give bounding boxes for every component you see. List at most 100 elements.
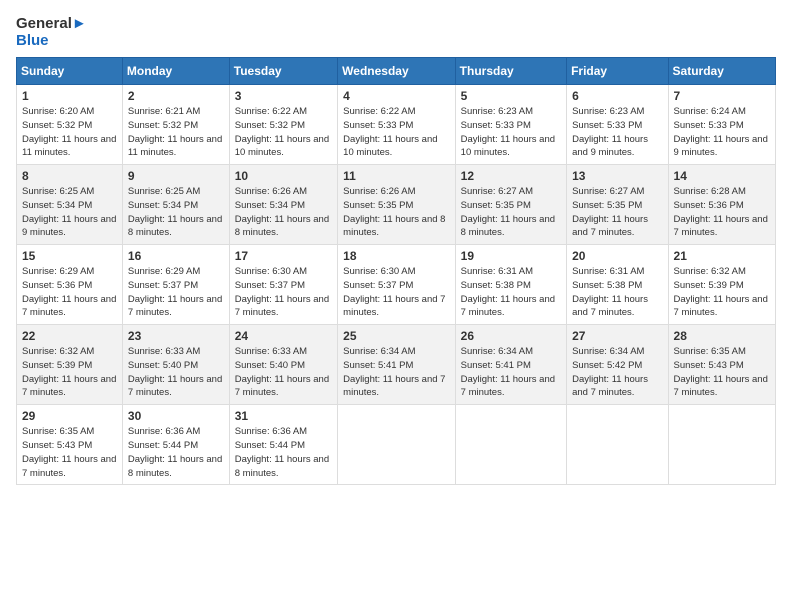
day-info: Sunrise: 6:29 AMSunset: 5:36 PMDaylight:… xyxy=(22,265,117,320)
calendar-cell: 29 Sunrise: 6:35 AMSunset: 5:43 PMDayligh… xyxy=(17,405,123,485)
header-wednesday: Wednesday xyxy=(338,58,455,85)
day-number: 27 xyxy=(572,329,662,343)
day-number: 19 xyxy=(461,249,561,263)
calendar-cell: 6Sunrise: 6:23 AMSunset: 5:33 PMDaylight… xyxy=(567,85,668,165)
day-number: 30 xyxy=(128,409,224,423)
day-info: Sunrise: 6:34 AMSunset: 5:41 PMDaylight:… xyxy=(461,345,561,400)
day-number: 18 xyxy=(343,249,449,263)
calendar-cell: 13 Sunrise: 6:27 AMSunset: 5:35 PMDayligh… xyxy=(567,165,668,245)
day-number: 4 xyxy=(343,89,449,103)
day-info: Sunrise: 6:34 AMSunset: 5:42 PMDaylight:… xyxy=(572,345,662,400)
header-tuesday: Tuesday xyxy=(229,58,337,85)
week-row-4: 22 Sunrise: 6:32 AMSunset: 5:39 PMDayligh… xyxy=(17,325,776,405)
calendar-cell: 10Sunrise: 6:26 AMSunset: 5:34 PMDayligh… xyxy=(229,165,337,245)
logo: General► Blue xyxy=(16,16,87,49)
calendar-cell: 23 Sunrise: 6:33 AMSunset: 5:40 PMDayligh… xyxy=(122,325,229,405)
week-row-5: 29 Sunrise: 6:35 AMSunset: 5:43 PMDayligh… xyxy=(17,405,776,485)
day-number: 9 xyxy=(128,169,224,183)
day-number: 13 xyxy=(572,169,662,183)
calendar-cell: 18 Sunrise: 6:30 AMSunset: 5:37 PMDayligh… xyxy=(338,245,455,325)
week-row-1: 1 Sunrise: 6:20 AMSunset: 5:32 PMDaylight… xyxy=(17,85,776,165)
day-number: 7 xyxy=(674,89,770,103)
calendar-cell: 26 Sunrise: 6:34 AMSunset: 5:41 PMDayligh… xyxy=(455,325,566,405)
calendar-cell: 28Sunrise: 6:35 AMSunset: 5:43 PMDayligh… xyxy=(668,325,775,405)
logo-line1: General► xyxy=(16,16,87,33)
calendar-cell: 11 Sunrise: 6:26 AMSunset: 5:35 PMDayligh… xyxy=(338,165,455,245)
day-number: 3 xyxy=(235,89,332,103)
day-info: Sunrise: 6:24 AMSunset: 5:33 PMDaylight:… xyxy=(674,105,770,160)
day-info: Sunrise: 6:25 AMSunset: 5:34 PMDaylight:… xyxy=(128,185,224,240)
day-info: Sunrise: 6:33 AMSunset: 5:40 PMDaylight:… xyxy=(235,345,332,400)
calendar-cell: 1 Sunrise: 6:20 AMSunset: 5:32 PMDaylight… xyxy=(17,85,123,165)
day-number: 17 xyxy=(235,249,332,263)
day-info: Sunrise: 6:30 AMSunset: 5:37 PMDaylight:… xyxy=(235,265,332,320)
day-number: 26 xyxy=(461,329,561,343)
day-info: Sunrise: 6:27 AMSunset: 5:35 PMDaylight:… xyxy=(461,185,561,240)
day-info: Sunrise: 6:32 AMSunset: 5:39 PMDaylight:… xyxy=(674,265,770,320)
day-info: Sunrise: 6:23 AMSunset: 5:33 PMDaylight:… xyxy=(461,105,561,160)
day-info: Sunrise: 6:20 AMSunset: 5:32 PMDaylight:… xyxy=(22,105,117,160)
day-info: Sunrise: 6:21 AMSunset: 5:32 PMDaylight:… xyxy=(128,105,224,160)
header-sunday: Sunday xyxy=(17,58,123,85)
day-number: 1 xyxy=(22,89,117,103)
calendar-cell: 22 Sunrise: 6:32 AMSunset: 5:39 PMDayligh… xyxy=(17,325,123,405)
header-row-days: SundayMondayTuesdayWednesdayThursdayFrid… xyxy=(17,58,776,85)
day-info: Sunrise: 6:35 AMSunset: 5:43 PMDaylight:… xyxy=(674,345,770,400)
calendar-cell: 3Sunrise: 6:22 AMSunset: 5:32 PMDaylight… xyxy=(229,85,337,165)
day-info: Sunrise: 6:30 AMSunset: 5:37 PMDaylight:… xyxy=(343,265,449,320)
calendar-table: SundayMondayTuesdayWednesdayThursdayFrid… xyxy=(16,57,776,485)
day-info: Sunrise: 6:28 AMSunset: 5:36 PMDaylight:… xyxy=(674,185,770,240)
day-number: 14 xyxy=(674,169,770,183)
day-number: 2 xyxy=(128,89,224,103)
day-info: Sunrise: 6:33 AMSunset: 5:40 PMDaylight:… xyxy=(128,345,224,400)
day-info: Sunrise: 6:31 AMSunset: 5:38 PMDaylight:… xyxy=(572,265,662,320)
day-number: 31 xyxy=(235,409,332,423)
calendar-cell: 24 Sunrise: 6:33 AMSunset: 5:40 PMDayligh… xyxy=(229,325,337,405)
calendar-cell: 14 Sunrise: 6:28 AMSunset: 5:36 PMDayligh… xyxy=(668,165,775,245)
calendar-cell: 20 Sunrise: 6:31 AMSunset: 5:38 PMDayligh… xyxy=(567,245,668,325)
day-number: 6 xyxy=(572,89,662,103)
day-info: Sunrise: 6:32 AMSunset: 5:39 PMDaylight:… xyxy=(22,345,117,400)
calendar-cell: 8Sunrise: 6:25 AMSunset: 5:34 PMDaylight… xyxy=(17,165,123,245)
day-number: 10 xyxy=(235,169,332,183)
day-info: Sunrise: 6:26 AMSunset: 5:35 PMDaylight:… xyxy=(343,185,449,240)
day-number: 8 xyxy=(22,169,117,183)
calendar-cell: 19Sunrise: 6:31 AMSunset: 5:38 PMDayligh… xyxy=(455,245,566,325)
day-number: 15 xyxy=(22,249,117,263)
day-number: 29 xyxy=(22,409,117,423)
day-number: 20 xyxy=(572,249,662,263)
calendar-cell: 7 Sunrise: 6:24 AMSunset: 5:33 PMDaylight… xyxy=(668,85,775,165)
calendar-cell: 21Sunrise: 6:32 AMSunset: 5:39 PMDayligh… xyxy=(668,245,775,325)
calendar-cell: 30Sunrise: 6:36 AMSunset: 5:44 PMDayligh… xyxy=(122,405,229,485)
calendar-cell: 15 Sunrise: 6:29 AMSunset: 5:36 PMDayligh… xyxy=(17,245,123,325)
day-info: Sunrise: 6:34 AMSunset: 5:41 PMDaylight:… xyxy=(343,345,449,400)
day-number: 25 xyxy=(343,329,449,343)
day-number: 23 xyxy=(128,329,224,343)
day-number: 22 xyxy=(22,329,117,343)
calendar-cell: 9 Sunrise: 6:25 AMSunset: 5:34 PMDaylight… xyxy=(122,165,229,245)
calendar-cell: 31Sunrise: 6:36 AMSunset: 5:44 PMDayligh… xyxy=(229,405,337,485)
header-friday: Friday xyxy=(567,58,668,85)
day-number: 16 xyxy=(128,249,224,263)
day-number: 11 xyxy=(343,169,449,183)
calendar-cell: 27 Sunrise: 6:34 AMSunset: 5:42 PMDayligh… xyxy=(567,325,668,405)
week-row-2: 8 Sunrise: 6:25 AMSunset: 5:34 PMDaylight… xyxy=(17,165,776,245)
calendar-cell xyxy=(668,405,775,485)
day-info: Sunrise: 6:22 AMSunset: 5:33 PMDaylight:… xyxy=(343,105,449,160)
day-info: Sunrise: 6:35 AMSunset: 5:43 PMDaylight:… xyxy=(22,425,117,480)
calendar-cell: 4 Sunrise: 6:22 AMSunset: 5:33 PMDaylight… xyxy=(338,85,455,165)
calendar-cell: 25 Sunrise: 6:34 AMSunset: 5:41 PMDayligh… xyxy=(338,325,455,405)
calendar-cell: 16 Sunrise: 6:29 AMSunset: 5:37 PMDayligh… xyxy=(122,245,229,325)
day-number: 24 xyxy=(235,329,332,343)
week-row-3: 15 Sunrise: 6:29 AMSunset: 5:36 PMDayligh… xyxy=(17,245,776,325)
calendar-cell xyxy=(455,405,566,485)
calendar-header: SundayMondayTuesdayWednesdayThursdayFrid… xyxy=(17,58,776,85)
header-saturday: Saturday xyxy=(668,58,775,85)
calendar-body: 1 Sunrise: 6:20 AMSunset: 5:32 PMDaylight… xyxy=(17,85,776,485)
day-info: Sunrise: 6:29 AMSunset: 5:37 PMDaylight:… xyxy=(128,265,224,320)
page-container: General► Blue SundayMondayTuesdayWednesd… xyxy=(0,0,792,493)
calendar-cell: 2 Sunrise: 6:21 AMSunset: 5:32 PMDaylight… xyxy=(122,85,229,165)
calendar-cell xyxy=(567,405,668,485)
day-info: Sunrise: 6:27 AMSunset: 5:35 PMDaylight:… xyxy=(572,185,662,240)
logo-line2: Blue xyxy=(16,33,49,50)
